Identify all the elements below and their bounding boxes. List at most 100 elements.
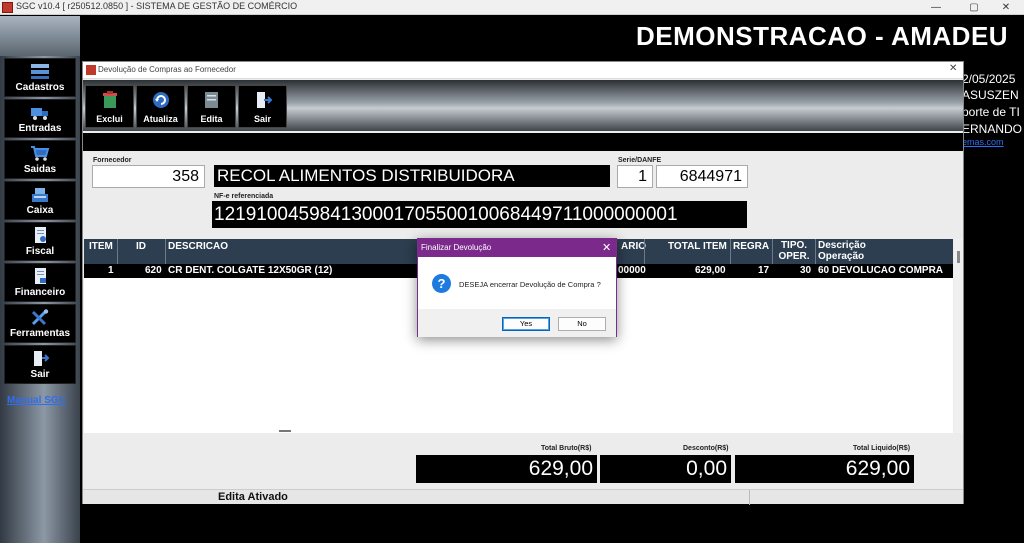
desconto-value: 0,00 (600, 455, 731, 483)
app-titlebar: SGC v10.4 [ r250512.0850 ] - SISTEMA DE … (0, 0, 1024, 15)
status-separator (749, 490, 750, 505)
info-user: ERNANDO (962, 122, 1023, 136)
sidebar-item-label: Cadastros (15, 82, 65, 93)
col-id[interactable]: ID (136, 241, 146, 252)
sidebar-item-label: Caixa (26, 205, 54, 216)
question-icon: ? (432, 274, 451, 293)
desconto-label: Desconto(R$) (683, 445, 729, 452)
register-icon (32, 188, 48, 202)
exit-icon (256, 92, 272, 108)
cell-total: 629,00 (695, 265, 726, 276)
edita-button[interactable]: Edita (187, 85, 236, 128)
status-bar: Edita Ativado (83, 489, 963, 505)
cart-icon (31, 146, 50, 161)
sidebar-item-cadastros[interactable]: Cadastros (4, 58, 76, 97)
col-descricao[interactable]: DESCRICAO (168, 241, 228, 252)
cell-regra: 17 (758, 265, 770, 276)
truck-icon (31, 108, 48, 120)
col-descricao-operacao[interactable]: Descrição Operação (818, 240, 898, 262)
atualiza-label: Atualiza (143, 114, 178, 124)
devolucao-title: Devolução de Compras ao Fornecedor (98, 65, 236, 74)
fornecedor-name-field[interactable]: RECOL ALIMENTOS DISTRIBUIDORA (214, 165, 610, 187)
total-bruto-value: 629,00 (416, 455, 597, 483)
total-bruto-label: Total Bruto(R$) (541, 445, 592, 452)
sidebar-item-saidas[interactable]: Saidas (4, 140, 76, 179)
confirm-message: DESEJA encerrar Devolução de Compra ? (459, 280, 601, 289)
sidebar-item-label: Financeiro (14, 287, 66, 298)
cell-descricao-operacao: 60 DEVOLUCAO COMPRA (818, 265, 944, 276)
info-link[interactable]: emas.com (962, 137, 1024, 147)
cell-unitario: 00000 (618, 265, 646, 276)
status-text: Edita Ativado (218, 491, 288, 503)
refresh-icon (152, 92, 169, 108)
yes-button[interactable]: Yes (502, 317, 550, 331)
door-exit-icon (34, 351, 50, 366)
manual-link[interactable]: Manual SGC (7, 395, 66, 406)
toolbar: Exclui Atualiza Edita Sair (83, 80, 963, 131)
cell-descricao: CR DENT. COLGATE 12X50GR (12) (168, 265, 333, 276)
sidebar-item-label: Entradas (18, 123, 62, 134)
devolucao-close-button[interactable]: ✕ (949, 63, 957, 74)
sidebar-item-entradas[interactable]: Entradas (4, 99, 76, 138)
sidebar-item-financeiro[interactable]: Financeiro (4, 263, 76, 302)
panel-splitter[interactable] (279, 430, 291, 432)
confirm-dialog: Finalizar Devolução ✕ ? DESEJA encerrar … (417, 238, 617, 337)
sidebar-gloss (0, 16, 80, 56)
confirm-footer: Yes No (418, 309, 616, 337)
sidebar-item-label: Ferramentas (9, 328, 71, 339)
serie-field[interactable]: 1 (617, 165, 653, 188)
document-icon (35, 227, 46, 243)
scroll-thumb[interactable] (957, 251, 960, 263)
company-banner: DEMONSTRACAO - AMADEU (636, 21, 1009, 51)
sair-button[interactable]: Sair (238, 85, 287, 128)
cell-id: 620 (145, 265, 162, 276)
fornecedor-code-field[interactable]: 358 (92, 165, 205, 188)
no-button[interactable]: No (558, 317, 606, 331)
confirm-close-button[interactable]: ✕ (602, 241, 611, 254)
col-regra[interactable]: REGRA (733, 241, 769, 252)
confirm-titlebar: Finalizar Devolução ✕ (418, 239, 616, 257)
delete-icon (102, 91, 117, 108)
atualiza-button[interactable]: Atualiza (136, 85, 185, 128)
sidebar-item-fiscal[interactable]: Fiscal (4, 222, 76, 261)
total-liquido-label: Total Liquido(R$) (853, 445, 911, 452)
sidebar-item-label: Sair (30, 369, 50, 380)
edit-icon (204, 92, 218, 108)
col-unitario[interactable]: ARIO (621, 241, 646, 252)
document-icon (35, 268, 46, 284)
sidebar-item-label: Saidas (23, 164, 57, 175)
grid-icon (31, 64, 49, 79)
fornecedor-label: Fornecedor (93, 157, 132, 164)
edita-label: Edita (200, 114, 223, 124)
app-title: SGC v10.4 [ r250512.0850 ] - SISTEMA DE … (16, 1, 298, 11)
grid-scrollbar[interactable] (954, 239, 963, 433)
info-date: 2/05/2025 (962, 72, 1016, 86)
total-liquido-value: 629,00 (735, 455, 914, 483)
sidebar-item-ferramentas[interactable]: Ferramentas (4, 304, 76, 343)
cell-item: 1 (108, 265, 114, 276)
confirm-body: ? DESEJA encerrar Devolução de Compra ? (418, 257, 616, 309)
sidebar-item-sair[interactable]: Sair (4, 345, 76, 384)
sidebar-item-caixa[interactable]: Caixa (4, 181, 76, 220)
danfe-field[interactable]: 6844971 (656, 165, 748, 188)
maximize-button[interactable]: ▢ (956, 0, 992, 15)
sidebar: Cadastros Entradas Saidas Caixa Fiscal F… (0, 16, 80, 543)
close-window-button[interactable]: ✕ (988, 0, 1024, 15)
tools-icon (31, 309, 49, 326)
minimize-button[interactable]: — (918, 0, 954, 15)
col-item[interactable]: ITEM (89, 241, 113, 252)
col-tipo-oper[interactable]: TIPO. OPER. (776, 240, 812, 262)
exclui-label: Exclui (96, 114, 123, 124)
app-icon (2, 2, 13, 13)
window-icon (86, 65, 96, 75)
confirm-title: Finalizar Devolução (421, 243, 492, 252)
header-separator (83, 133, 963, 151)
info-support: porte de TI (962, 105, 1020, 119)
nfe-field[interactable]: 1219100459841300017055001006844971100000… (212, 201, 747, 228)
sidebar-item-label: Fiscal (25, 246, 55, 257)
info-machine: ASUSZEN (962, 88, 1019, 102)
col-total-item[interactable]: TOTAL ITEM (668, 241, 727, 252)
cell-tipo: 30 (800, 265, 812, 276)
devolucao-titlebar: Devolução de Compras ao Fornecedor ✕ (83, 62, 963, 79)
exclui-button[interactable]: Exclui (85, 85, 134, 128)
